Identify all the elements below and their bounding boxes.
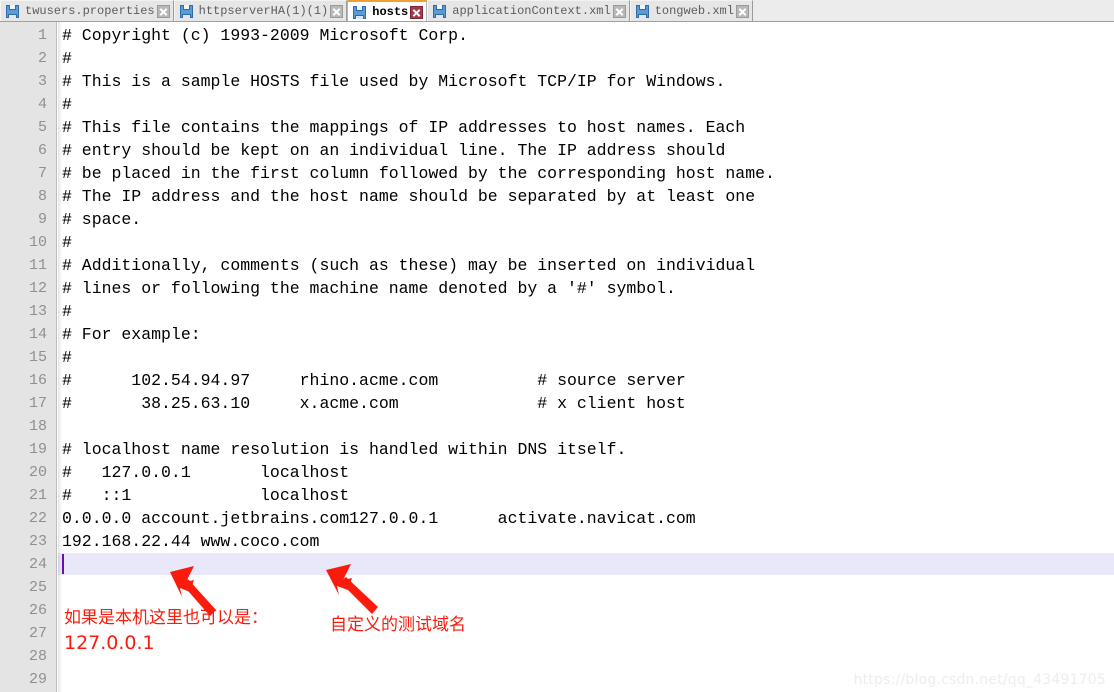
line-number: 13 bbox=[28, 303, 47, 320]
line-number: 8 bbox=[37, 188, 47, 205]
line-number: 19 bbox=[28, 441, 47, 458]
line-number: 9 bbox=[37, 211, 47, 228]
line-number: 10 bbox=[28, 234, 47, 251]
annotation-localhost-note: 如果是本机这里也可以是： bbox=[64, 608, 268, 628]
code-line[interactable]: # This file contains the mappings of IP … bbox=[62, 116, 745, 139]
tab-label: httpserverHA(1)(1) bbox=[198, 4, 329, 18]
code-line[interactable]: # Copyright (c) 1993-2009 Microsoft Corp… bbox=[62, 24, 468, 47]
line-number: 24 bbox=[28, 556, 47, 573]
code-line[interactable]: # bbox=[62, 231, 72, 254]
close-icon[interactable] bbox=[735, 4, 749, 18]
close-icon[interactable] bbox=[612, 4, 626, 18]
code-line[interactable]: # The IP address and the host name shoul… bbox=[62, 185, 755, 208]
tab-hosts[interactable]: hosts bbox=[347, 0, 428, 21]
line-number: 18 bbox=[28, 418, 47, 435]
annotation-custom-domain: 自定义的测试域名 bbox=[330, 615, 466, 635]
tab-httpserverha[interactable]: httpserverHA(1)(1) bbox=[173, 0, 348, 21]
line-number: 22 bbox=[28, 510, 47, 527]
line-number: 1 bbox=[37, 27, 47, 44]
line-number: 27 bbox=[28, 625, 47, 642]
text-caret bbox=[62, 554, 64, 574]
close-icon[interactable] bbox=[330, 4, 344, 18]
tab-label: twusers.properties bbox=[25, 4, 155, 18]
code-line[interactable]: # Additionally, comments (such as these)… bbox=[62, 254, 755, 277]
code-line[interactable]: # be placed in the first column followed… bbox=[62, 162, 775, 185]
floppy-disk-icon bbox=[433, 4, 447, 18]
code-line[interactable]: # localhost name resolution is handled w… bbox=[62, 438, 626, 461]
line-number: 17 bbox=[28, 395, 47, 412]
code-line[interactable]: # This is a sample HOSTS file used by Mi… bbox=[62, 70, 725, 93]
line-number: 15 bbox=[28, 349, 47, 366]
annotation-arrow-right bbox=[326, 564, 378, 614]
line-number: 7 bbox=[37, 165, 47, 182]
floppy-disk-icon bbox=[179, 4, 193, 18]
line-number: 23 bbox=[28, 533, 47, 550]
close-icon[interactable] bbox=[156, 4, 170, 18]
annotation-localhost-ip: 127.0.0.1 bbox=[64, 632, 155, 654]
line-number: 20 bbox=[28, 464, 47, 481]
editor-window: twusers.properties httpserverHA(1)(1) ho… bbox=[0, 0, 1114, 692]
code-line[interactable]: # 38.25.63.10 x.acme.com # x client host bbox=[62, 392, 686, 415]
line-number-gutter: 1 2 3 4 5 6 7 8 9 10 11 12 13 14 15 16 17 18 19 20 21 22 23 24 2… bbox=[0, 22, 57, 692]
code-line[interactable]: # lines or following the machine name de… bbox=[62, 277, 676, 300]
line-number: 26 bbox=[28, 602, 47, 619]
tab-applicationcontext-xml[interactable]: applicationContext.xml bbox=[427, 0, 630, 21]
code-line[interactable]: # entry should be kept on an individual … bbox=[62, 139, 725, 162]
line-number: 11 bbox=[28, 257, 47, 274]
code-line[interactable]: # space. bbox=[62, 208, 141, 231]
line-number: 29 bbox=[28, 671, 47, 688]
code-line[interactable]: # For example: bbox=[62, 323, 201, 346]
code-line[interactable]: # bbox=[62, 93, 72, 116]
watermark: https://blog.csdn.net/qq_43491705 bbox=[853, 672, 1106, 688]
text-editor[interactable]: 1 2 3 4 5 6 7 8 9 10 11 12 13 14 15 16 17 18 19 20 21 22 23 24 2… bbox=[0, 22, 1114, 692]
line-number: 14 bbox=[28, 326, 47, 343]
tab-twusers-properties[interactable]: twusers.properties bbox=[0, 0, 174, 21]
floppy-disk-icon bbox=[6, 4, 19, 18]
line-number: 4 bbox=[37, 96, 47, 113]
line-number: 16 bbox=[28, 372, 47, 389]
tab-tongweb-xml[interactable]: tongweb.xml bbox=[629, 0, 753, 21]
code-line[interactable]: # 102.54.94.97 rhino.acme.com # source s… bbox=[62, 369, 686, 392]
floppy-disk-icon bbox=[353, 5, 367, 19]
tab-label: hosts bbox=[372, 5, 409, 19]
code-line[interactable]: # bbox=[62, 47, 72, 70]
code-line[interactable]: # ::1 localhost bbox=[62, 484, 349, 507]
line-number: 12 bbox=[28, 280, 47, 297]
tab-label: tongweb.xml bbox=[654, 4, 734, 18]
line-number: 3 bbox=[37, 73, 47, 90]
line-number: 6 bbox=[37, 142, 47, 159]
line-number: 21 bbox=[28, 487, 47, 504]
line-number: 2 bbox=[37, 50, 47, 67]
tab-label: applicationContext.xml bbox=[452, 4, 611, 18]
line-number: 5 bbox=[37, 119, 47, 136]
code-line[interactable]: # 127.0.0.1 localhost bbox=[62, 461, 349, 484]
line-number: 28 bbox=[28, 648, 47, 665]
code-line[interactable]: # bbox=[62, 300, 72, 323]
close-icon[interactable] bbox=[410, 5, 424, 19]
floppy-disk-icon bbox=[635, 4, 649, 18]
line-number: 25 bbox=[28, 579, 47, 596]
tab-bar: twusers.properties httpserverHA(1)(1) ho… bbox=[0, 0, 1114, 22]
code-line[interactable]: # bbox=[62, 346, 72, 369]
code-line[interactable]: 0.0.0.0 account.jetbrains.com127.0.0.1 a… bbox=[62, 507, 696, 530]
